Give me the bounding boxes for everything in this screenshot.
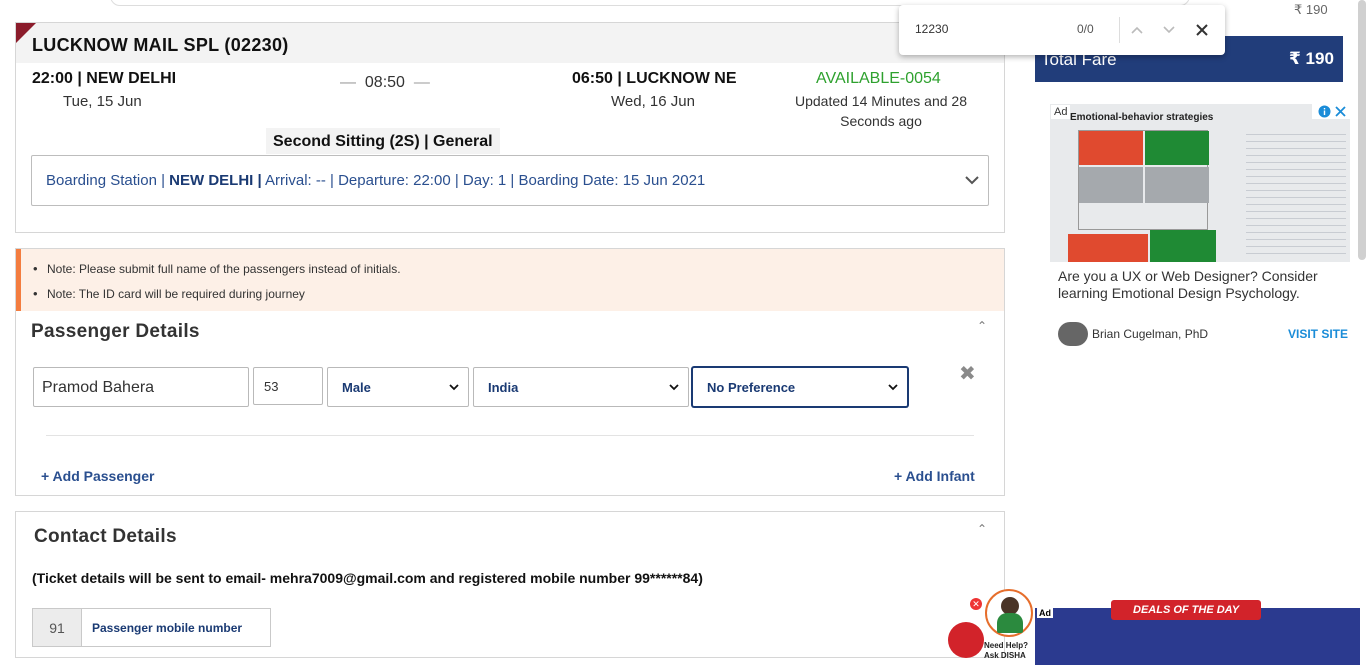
nationality-select[interactable]: India xyxy=(473,367,689,407)
sponsored-ad[interactable]: Emotional-behavior strategies Ad Are you… xyxy=(1050,104,1350,352)
disha-avatar[interactable] xyxy=(985,589,1033,637)
country-value: India xyxy=(488,380,519,395)
deals-logo-icon[interactable] xyxy=(948,622,984,658)
departure-date: Tue, 15 Jun xyxy=(63,93,142,110)
ad-image[interactable]: Emotional-behavior strategies xyxy=(1050,104,1350,262)
fare-previous: ₹ 190 xyxy=(1294,2,1328,17)
passenger-name-input[interactable]: Pramod Bahera xyxy=(33,367,249,407)
chevron-up-icon[interactable]: ⌃ xyxy=(977,319,987,333)
close-icon[interactable]: ✕ xyxy=(970,598,982,610)
contact-info-text: (Ticket details will be sent to email- m… xyxy=(32,570,703,586)
passenger-card: Note: Please submit full name of the pas… xyxy=(15,248,1005,496)
find-bar: 12230 0/0 xyxy=(899,5,1225,55)
train-card: LUCKNOW MAIL SPL (02230) 22:00 | NEW DEL… xyxy=(15,22,1005,233)
arrival-time: 06:50 | LUCKNOW NE xyxy=(572,70,737,87)
contact-card: Contact Details ⌃ (Ticket details will b… xyxy=(15,511,1005,658)
note-item: Note: The ID card will be required durin… xyxy=(33,286,305,301)
ad-image-title: Emotional-behavior strategies xyxy=(1070,112,1214,123)
scrollbar[interactable] xyxy=(1358,0,1366,260)
chevron-down-icon xyxy=(965,176,979,185)
chevron-down-icon[interactable] xyxy=(1162,24,1176,36)
mobile-number-input[interactable]: Passenger mobile number xyxy=(81,608,271,647)
brain-logo-icon xyxy=(1058,322,1088,346)
add-passenger-link[interactable]: + Add Passenger xyxy=(41,468,154,484)
boarding-station: NEW DELHI | xyxy=(169,172,262,189)
add-infant-link[interactable]: + Add Infant xyxy=(894,468,975,484)
class-label: Second Sitting (2S) | General xyxy=(266,128,500,154)
ad-badge: Ad xyxy=(1037,608,1053,618)
close-icon[interactable] xyxy=(1195,23,1209,37)
deals-title: DEALS OF THE DAY xyxy=(1111,600,1262,620)
country-code: 91 xyxy=(32,608,82,647)
note-item: Note: Please submit full name of the pas… xyxy=(33,261,401,276)
chevron-up-icon[interactable]: ⌃ xyxy=(977,522,987,536)
berth-preference-select[interactable]: No Preference xyxy=(692,367,908,407)
boarding-info: Arrival: -- | Departure: 22:00 | Day: 1 … xyxy=(261,172,706,189)
chevron-down-icon xyxy=(669,384,679,391)
gender-select[interactable]: Male xyxy=(327,367,469,407)
divider xyxy=(1119,17,1120,43)
berth-preference-value: No Preference xyxy=(707,380,796,395)
chevron-down-icon xyxy=(888,384,898,391)
chevron-up-icon[interactable] xyxy=(1130,24,1144,36)
ad-text: Are you a UX or Web Designer? Consider l… xyxy=(1058,268,1318,301)
train-name: LUCKNOW MAIL SPL (02230) xyxy=(32,35,289,55)
chevron-down-icon xyxy=(449,384,459,391)
boarding-station-dropdown[interactable]: Boarding Station | NEW DELHI | Arrival: … xyxy=(31,155,989,206)
passenger-details-title: Passenger Details xyxy=(31,321,200,342)
availability-status: AVAILABLE-0054 xyxy=(816,70,941,87)
boarding-prefix: Boarding Station | xyxy=(46,172,170,189)
duration-value: 08:50 xyxy=(364,74,405,91)
close-icon[interactable] xyxy=(1335,106,1346,117)
arrival-date: Wed, 16 Jun xyxy=(611,93,695,110)
find-count: 0/0 xyxy=(1077,22,1094,36)
ad-author: Brian Cugelman, PhD xyxy=(1092,327,1209,341)
boarding-details: Boarding Station | NEW DELHI | Arrival: … xyxy=(46,172,705,189)
departure-time: 22:00 | NEW DELHI xyxy=(32,70,177,87)
gender-value: Male xyxy=(342,380,371,395)
journey-duration: — 08:50 — xyxy=(340,74,430,91)
need-help-label[interactable]: Need Help? Ask DISHA xyxy=(984,641,1036,661)
passenger-age-input[interactable]: 53 xyxy=(253,367,323,405)
ad-badge: Ad xyxy=(1051,105,1071,119)
deals-banner[interactable]: DEALS OF THE DAY xyxy=(1035,600,1360,665)
divider xyxy=(46,435,974,436)
find-input[interactable]: 12230 xyxy=(915,22,948,36)
availability-updated: Updated 14 Minutes and 28 Seconds ago xyxy=(794,93,967,129)
contact-details-title: Contact Details xyxy=(34,526,177,547)
visit-site-link[interactable]: VISIT SITE xyxy=(1288,327,1348,341)
ad-info-icon[interactable] xyxy=(1312,104,1350,119)
notes-box: Note: Please submit full name of the pas… xyxy=(16,249,1004,311)
remove-passenger-icon[interactable]: ✖ xyxy=(959,361,976,386)
total-fare-value: ₹ 190 xyxy=(1289,49,1334,68)
